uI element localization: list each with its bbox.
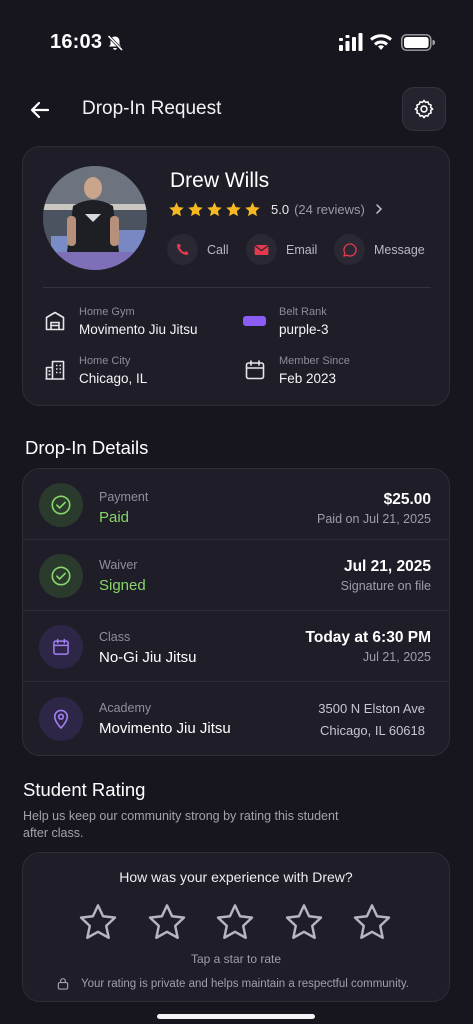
star-filled-icon: [226, 201, 241, 216]
check-circle-icon: [51, 566, 71, 586]
belt-rank-value: purple-3: [279, 322, 329, 337]
home-gym-label: Home Gym: [79, 306, 135, 318]
academy-name: Movimento Jiu Jitsu: [99, 720, 231, 737]
class-time: Today at 6:30 PM: [305, 629, 431, 646]
building-icon: [45, 311, 65, 331]
call-label: Call: [207, 242, 229, 257]
call-button[interactable]: Call: [167, 234, 229, 265]
waiver-note: Signature on file: [340, 579, 431, 593]
rating-hint: Tap a star to rate: [190, 952, 282, 966]
review-count: (24 reviews): [294, 201, 365, 217]
rating-card: How was your experience with Drew? Tap a…: [22, 852, 450, 1002]
class-name: No-Gi Jiu Jitsu: [99, 649, 197, 666]
email-button[interactable]: Email: [246, 234, 317, 265]
city-icon: [45, 360, 65, 380]
home-city-info: Home City Chicago, IL: [43, 354, 147, 388]
divider: [43, 287, 431, 288]
class-row[interactable]: Class No-Gi Jiu Jitsu Today at 6:30 PM J…: [23, 611, 449, 682]
bell-off-icon: [107, 34, 124, 52]
star-filled-icon: [245, 201, 260, 216]
avatar[interactable]: [43, 166, 147, 270]
star-outline-icon[interactable]: [351, 901, 393, 943]
rating-value: 5.0: [271, 201, 290, 217]
map-pin-icon: [53, 709, 69, 729]
belt-rank-info: Belt Rank purple-3: [243, 305, 329, 339]
calendar-icon: [245, 360, 265, 380]
cellular-signal-icon: [339, 33, 363, 51]
student-rating-heading: Student Rating: [23, 779, 146, 800]
wifi-icon: [370, 34, 392, 50]
waiver-date: Jul 21, 2025: [343, 558, 431, 575]
star-filled-icon: [188, 201, 203, 216]
privacy-text: Your rating is private and helps maintai…: [81, 977, 409, 990]
drop-in-details-heading: Drop-In Details: [25, 437, 149, 458]
home-city-label: Home City: [79, 355, 131, 367]
star-rating-input: [77, 901, 393, 943]
lock-icon: [57, 978, 69, 990]
student-name: Drew Wills: [170, 169, 270, 192]
academy-row[interactable]: Academy Movimento Jiu Jitsu 3500 N Elsto…: [23, 682, 449, 756]
check-circle-icon: [51, 495, 71, 515]
member-since-info: Member Since Feb 2023: [243, 354, 350, 388]
belt-rank-label: Belt Rank: [279, 306, 327, 318]
star-outline-icon[interactable]: [146, 901, 188, 943]
waiver-status-badge: [39, 554, 83, 598]
star-filled-icon: [169, 201, 184, 216]
member-since-label: Member Since: [279, 355, 350, 367]
message-button[interactable]: Message: [334, 234, 425, 265]
class-label: Class: [99, 630, 131, 644]
rating-summary[interactable]: 5.0 (24 reviews): [168, 200, 383, 218]
page-header: Drop-In Request: [0, 86, 473, 134]
waiver-label: Waiver: [99, 558, 138, 572]
class-badge: [39, 625, 83, 669]
settings-button[interactable]: [402, 87, 446, 131]
home-gym-value: Movimento Jiu Jitsu: [79, 322, 198, 337]
payment-row[interactable]: Payment Paid $25.00 Paid on Jul 21, 2025: [23, 469, 449, 540]
rating-question: How was your experience with Drew?: [119, 869, 353, 885]
profile-card: Drew Wills 5.0 (24 reviews) Call Email M…: [22, 146, 450, 406]
class-date: Jul 21, 2025: [362, 650, 431, 664]
payment-label: Payment: [99, 490, 149, 504]
privacy-note: Your rating is private and helps maintai…: [57, 977, 409, 990]
student-rating-description: Help us keep our community strong by rat…: [23, 809, 339, 840]
home-gym-info: Home Gym Movimento Jiu Jitsu: [43, 305, 198, 339]
star-filled-icon: [207, 201, 222, 216]
academy-label: Academy: [99, 701, 152, 715]
payment-status: Paid: [99, 509, 130, 526]
home-indicator[interactable]: [157, 1014, 315, 1019]
academy-badge: [39, 697, 83, 741]
calendar-icon: [53, 638, 69, 655]
gear-icon: [414, 99, 434, 119]
waiver-status: Signed: [99, 577, 146, 594]
chat-bubble-icon: [342, 242, 357, 257]
star-outline-icon[interactable]: [77, 901, 119, 943]
chevron-right-icon: [376, 204, 382, 214]
academy-address-line1: 3500 N Elston Ave: [318, 701, 425, 716]
status-time: 16:03: [50, 31, 103, 53]
phone-icon: [176, 243, 189, 256]
academy-address-line2: Chicago, IL 60618: [319, 723, 425, 738]
battery-icon: [401, 34, 435, 51]
status-bar: 16:03: [0, 0, 473, 88]
payment-amount: $25.00: [383, 491, 431, 508]
waiver-row[interactable]: Waiver Signed Jul 21, 2025 Signature on …: [23, 540, 449, 611]
star-outline-icon[interactable]: [214, 901, 256, 943]
message-label: Message: [374, 242, 425, 257]
payment-status-badge: [39, 483, 83, 527]
back-arrow-icon[interactable]: [28, 98, 52, 122]
star-outline-icon[interactable]: [283, 901, 325, 943]
payment-date: Paid on Jul 21, 2025: [317, 512, 431, 526]
home-city-value: Chicago, IL: [79, 371, 148, 386]
email-label: Email: [286, 242, 318, 257]
belt-color-chip: [243, 316, 266, 326]
drop-in-details-card: Payment Paid $25.00 Paid on Jul 21, 2025…: [22, 468, 450, 756]
member-since-value: Feb 2023: [279, 371, 337, 386]
mail-icon: [254, 244, 269, 255]
page-title: Drop-In Request: [82, 98, 222, 119]
